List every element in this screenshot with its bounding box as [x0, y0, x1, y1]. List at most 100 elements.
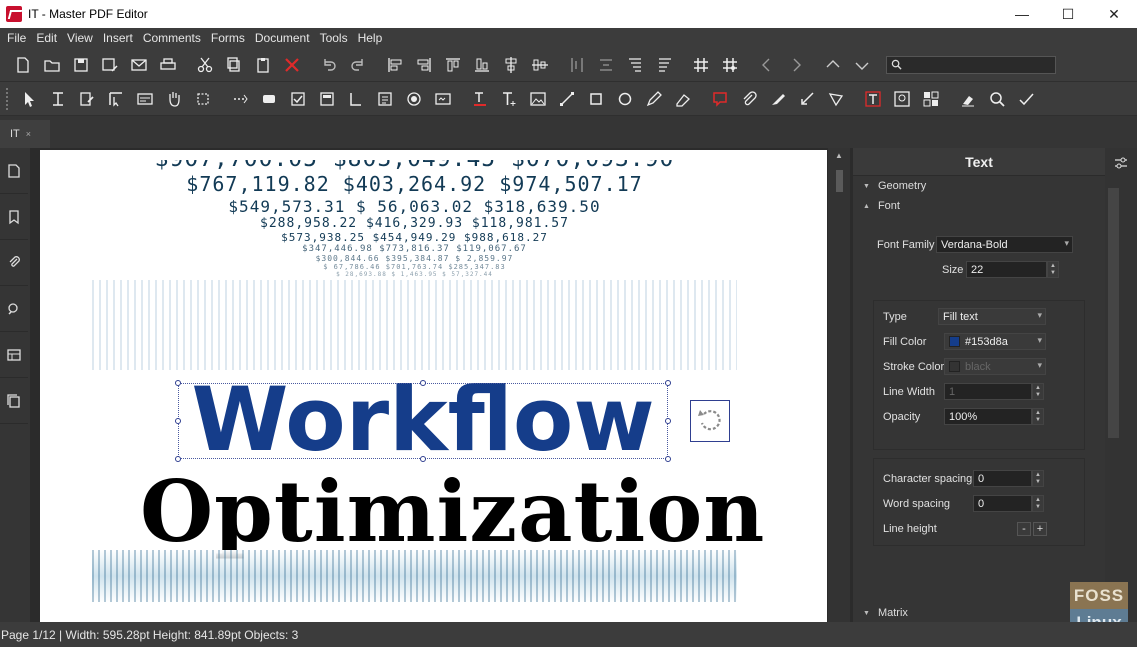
combo-field-icon[interactable] [312, 85, 341, 113]
matrix-section[interactable]: ▼ Matrix [853, 603, 908, 623]
snap-grid-icon[interactable] [715, 51, 744, 79]
search-input[interactable] [905, 58, 1051, 71]
rotate-handle[interactable] [690, 400, 730, 442]
resize-handle[interactable] [665, 418, 671, 424]
distribute-2-icon[interactable] [591, 51, 620, 79]
properties-dock-icon[interactable] [1105, 148, 1137, 178]
tab-close-icon[interactable]: × [26, 129, 31, 139]
edit-object-icon[interactable] [101, 85, 130, 113]
resize-handle[interactable] [175, 380, 181, 386]
opacity-spinner[interactable]: ▲ ▼ [1032, 408, 1044, 425]
crop-icon[interactable] [188, 85, 217, 113]
resize-handle[interactable] [665, 380, 671, 386]
minimize-button[interactable]: — [999, 0, 1045, 28]
font-section[interactable]: ▲ Font [853, 196, 1105, 216]
copy-icon[interactable] [219, 51, 248, 79]
layers-icon[interactable] [0, 332, 28, 378]
email-icon[interactable] [124, 51, 153, 79]
paste-icon[interactable] [248, 51, 277, 79]
align-right-icon[interactable] [409, 51, 438, 79]
note-comment-icon[interactable] [705, 85, 734, 113]
menu-tools[interactable]: Tools [315, 31, 353, 45]
close-button[interactable]: ✕ [1091, 0, 1137, 28]
document-view[interactable]: $907,700.05 $803,049.45 $070,093.90 $767… [30, 148, 850, 622]
prev-page-icon[interactable] [752, 51, 781, 79]
geometry-section[interactable]: ▼ Geometry [853, 176, 1105, 196]
menu-forms[interactable]: Forms [206, 31, 250, 45]
form-field-icon[interactable] [130, 85, 159, 113]
opacity-input[interactable]: 100% ▲ ▼ [944, 408, 1044, 425]
align-center-h-icon[interactable] [496, 51, 525, 79]
char-spacing-input[interactable]: 0 ▲ ▼ [973, 470, 1044, 487]
type-select[interactable]: Fill text [938, 308, 1046, 325]
line-height-decrease-button[interactable]: - [1017, 522, 1031, 536]
delete-icon[interactable] [277, 51, 306, 79]
menu-document[interactable]: Document [250, 31, 315, 45]
print-icon[interactable] [153, 51, 182, 79]
align-center-v-icon[interactable] [525, 51, 554, 79]
distribute-1-icon[interactable] [562, 51, 591, 79]
panel-scrollbar[interactable] [1105, 148, 1137, 622]
arrow-line-icon[interactable] [792, 85, 821, 113]
cut-icon[interactable] [190, 51, 219, 79]
new-document-icon[interactable] [8, 51, 37, 79]
scrollbar-thumb[interactable] [836, 170, 843, 192]
highlighter-icon[interactable] [763, 85, 792, 113]
save-as-icon[interactable] [95, 51, 124, 79]
signature-field-icon[interactable] [428, 85, 457, 113]
grid-icon[interactable] [686, 51, 715, 79]
rectangle-tool-icon[interactable] [581, 85, 610, 113]
toolbar-grip[interactable] [6, 87, 10, 110]
ellipse-tool-icon[interactable] [610, 85, 639, 113]
search-panel-icon[interactable] [0, 286, 28, 332]
size-input[interactable]: 22 ▲ ▼ [966, 261, 1059, 278]
align-bottom-icon[interactable] [467, 51, 496, 79]
add-image-icon[interactable] [523, 85, 552, 113]
measure-icon[interactable] [916, 85, 945, 113]
add-text-icon[interactable] [494, 85, 523, 113]
align-top-icon[interactable] [438, 51, 467, 79]
hand-icon[interactable] [159, 85, 188, 113]
open-folder-icon[interactable] [37, 51, 66, 79]
distribute-3-icon[interactable] [620, 51, 649, 79]
checkbox-field-icon[interactable] [283, 85, 312, 113]
line-width-spinner[interactable]: ▲ ▼ [1032, 383, 1044, 400]
font-family-select[interactable]: Verdana-Bold [936, 236, 1073, 253]
text-optimization[interactable]: Optimization [140, 462, 764, 562]
attachments-icon[interactable] [0, 240, 28, 286]
scroll-up-icon[interactable] [818, 51, 847, 79]
menu-help[interactable]: Help [353, 31, 388, 45]
pencil-icon[interactable] [639, 85, 668, 113]
typewriter-icon[interactable] [858, 85, 887, 113]
eraser-shape-icon[interactable] [668, 85, 697, 113]
zoom-icon[interactable] [982, 85, 1011, 113]
stamp-icon[interactable] [887, 85, 916, 113]
list-field-icon[interactable] [370, 85, 399, 113]
align-left-icon[interactable] [380, 51, 409, 79]
pages-icon[interactable] [0, 148, 28, 194]
scroll-up-arrow[interactable]: ▲ [828, 148, 850, 162]
word-spacing-input[interactable]: 0 ▲ ▼ [973, 495, 1044, 512]
add-text-red-icon[interactable] [465, 85, 494, 113]
document-scrollbar[interactable]: ▲ [828, 148, 850, 622]
undo-icon[interactable] [314, 51, 343, 79]
bookmark-icon[interactable] [0, 194, 28, 240]
edit-text-icon[interactable] [72, 85, 101, 113]
maximize-button[interactable]: ☐ [1045, 0, 1091, 28]
char-spacing-spinner[interactable]: ▲ ▼ [1032, 470, 1044, 487]
link-icon[interactable] [225, 85, 254, 113]
polyline-icon[interactable] [821, 85, 850, 113]
menu-file[interactable]: File [2, 31, 31, 45]
radio-field-icon[interactable] [399, 85, 428, 113]
next-page-icon[interactable] [781, 51, 810, 79]
checkmark-icon[interactable] [1011, 85, 1040, 113]
line-height-increase-button[interactable]: + [1033, 522, 1047, 536]
panel-scrollbar-thumb[interactable] [1108, 188, 1119, 438]
redo-icon[interactable] [343, 51, 372, 79]
select-arrow-icon[interactable] [14, 85, 43, 113]
eraser-icon[interactable] [953, 85, 982, 113]
word-spacing-spinner[interactable]: ▲ ▼ [1032, 495, 1044, 512]
menu-insert[interactable]: Insert [98, 31, 138, 45]
menu-comments[interactable]: Comments [138, 31, 206, 45]
button-field-icon[interactable] [254, 85, 283, 113]
